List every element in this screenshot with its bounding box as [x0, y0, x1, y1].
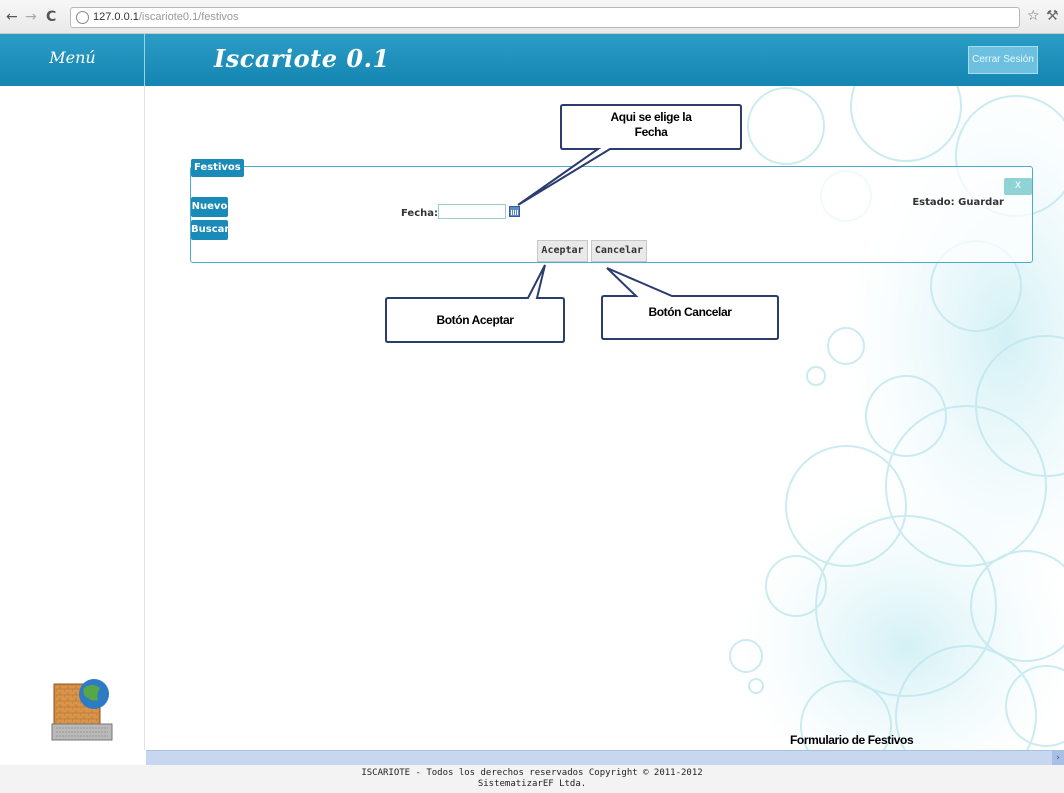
back-arrow-icon[interactable]: ← — [6, 9, 18, 25]
nuevo-button[interactable]: Nuevo — [191, 197, 228, 217]
figure-caption: Formulario de Festivos — [790, 733, 914, 747]
horizontal-scrollbar[interactable]: › — [146, 750, 1064, 766]
address-text: 127.0.0.1/iscariote0.1/festivos — [93, 11, 239, 23]
address-bar[interactable]: 127.0.0.1/iscariote0.1/festivos — [70, 7, 1020, 28]
main-content: Festivos Nuevo Buscar Fecha: Estado: Gua… — [146, 86, 1064, 750]
aceptar-button[interactable]: Aceptar — [537, 240, 588, 262]
estado-status: Estado: Guardar — [912, 197, 1004, 208]
fecha-callout-line1: Aqui se elige la — [610, 110, 692, 124]
app-header: Menú Iscariote 0.1 Cerrar Sesión — [0, 34, 1064, 86]
aceptar-callout-text: Botón Aceptar — [436, 313, 514, 327]
app-title: Iscariote 0.1 — [214, 44, 390, 73]
footer-company: SistematizarEF Ltda. — [477, 779, 587, 789]
fecha-callout-line2: Fecha — [634, 125, 668, 139]
page-info-icon — [76, 11, 89, 24]
buscar-button[interactable]: Buscar — [191, 220, 229, 240]
sidebar — [0, 86, 145, 750]
close-button[interactable]: X — [1004, 178, 1032, 195]
reload-icon[interactable]: C — [46, 9, 56, 25]
url-path: /iscariote0.1/festivos — [138, 11, 239, 23]
browser-toolbar: ← → C 127.0.0.1/iscariote0.1/festivos ☆ … — [0, 0, 1064, 34]
footer: ISCARIOTE - Todos los derechos reservado… — [0, 765, 1064, 793]
footer-copyright: ISCARIOTE - Todos los derechos reservado… — [361, 768, 703, 778]
fecha-callout-text: Aqui se elige la Fecha — [563, 110, 739, 140]
menu-title[interactable]: Menú — [0, 48, 145, 67]
cancelar-callout-text: Botón Cancelar — [648, 305, 732, 319]
bookmark-star-icon[interactable]: ☆ — [1027, 8, 1040, 24]
cancelar-button[interactable]: Cancelar — [591, 240, 647, 262]
screenshot-root: ← → C 127.0.0.1/iscariote0.1/festivos ☆ … — [0, 0, 1064, 793]
forward-arrow-icon[interactable]: → — [25, 9, 37, 25]
menu-header: Menú — [0, 34, 145, 86]
url-host: 127.0.0.1 — [93, 11, 139, 23]
wrench-icon[interactable]: ⚒ — [1046, 8, 1059, 24]
festivos-form: Festivos Nuevo Buscar Fecha: Estado: Gua… — [190, 159, 1033, 263]
logout-button[interactable]: Cerrar Sesión — [968, 46, 1038, 74]
scroll-right-icon[interactable]: › — [1052, 751, 1064, 766]
server-globe-logo-icon — [51, 679, 113, 741]
fecha-label: Fecha: — [401, 208, 439, 219]
footer-text: ISCARIOTE - Todos los derechos reservado… — [0, 768, 1064, 790]
form-legend: Festivos — [191, 159, 244, 177]
calendar-icon[interactable] — [509, 206, 520, 217]
fecha-input[interactable] — [438, 204, 506, 219]
